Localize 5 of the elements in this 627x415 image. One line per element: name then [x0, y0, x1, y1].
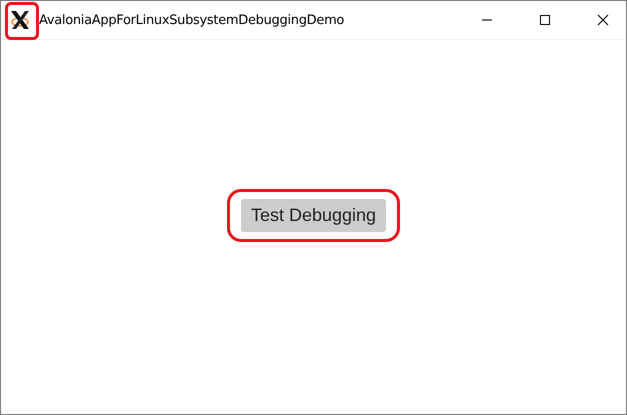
- maximize-icon: [539, 14, 551, 26]
- test-debugging-button[interactable]: Test Debugging: [240, 198, 386, 232]
- window-title: AvaloniaAppForLinuxSubsystemDebuggingDemo: [39, 12, 346, 28]
- close-icon: [597, 14, 609, 26]
- app-logo-icon: [9, 9, 31, 31]
